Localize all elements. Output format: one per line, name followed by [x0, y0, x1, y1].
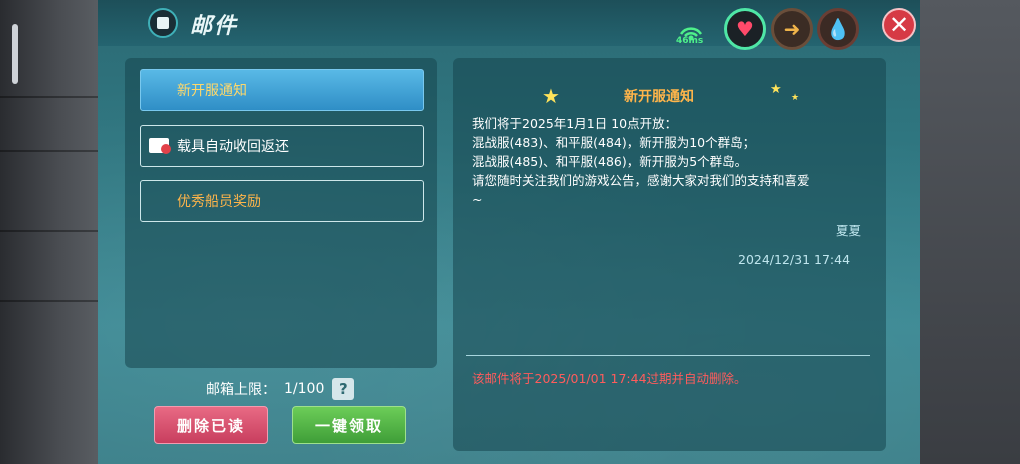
network-latency: 46ms	[676, 36, 704, 46]
mailbox-limit-value: 1/100	[284, 381, 325, 397]
mail-body-line: 混战服(485)、和平服(486)，新开服为5个群岛。	[472, 154, 748, 169]
mail-sender: 夏夏	[836, 223, 862, 238]
water-drop-icon[interactable]: 💧	[817, 8, 859, 50]
claim-all-button[interactable]: 一键领取	[292, 406, 406, 444]
boost-icon[interactable]: ➜	[771, 8, 813, 50]
mail-body: 我们将于2025年1月1日 10点开放： 混战服(483)、和平服(484)，新…	[472, 114, 872, 209]
divider	[466, 355, 870, 356]
expire-notice: 该邮件将于2025/01/01 17:44过期并自动删除。	[472, 371, 747, 386]
mail-item-label: 新开服通知	[177, 83, 247, 99]
window-title: 邮件	[190, 14, 239, 39]
mail-item-label: 载具自动收回返还	[177, 139, 289, 155]
mail-body-line: 我们将于2025年1月1日 10点开放：	[472, 116, 678, 131]
mail-item-server-notice[interactable]: 新开服通知	[140, 69, 424, 111]
mail-item-label: 优秀船员奖励	[177, 194, 261, 210]
mail-body-line: 混战服(483)、和平服(484)，新开服为10个群岛；	[472, 135, 756, 150]
mailbox-limit-label: 邮箱上限：	[206, 382, 276, 398]
mail-title: 新开服通知	[624, 89, 694, 105]
envelope-icon	[149, 138, 171, 154]
mail-body-line: ~	[472, 192, 483, 207]
mail-item-vehicle-return[interactable]: 载具自动收回返还	[140, 125, 424, 167]
star-icon: ★	[791, 93, 800, 103]
side-handle[interactable]	[12, 24, 18, 84]
star-icon: ★	[542, 84, 560, 108]
mailbox-limit: 邮箱上限： 1/100 ?	[206, 378, 355, 400]
mail-body-line: 请您随时关注我们的游戏公告，感谢大家对我们的支持和喜爱	[472, 173, 810, 188]
help-button[interactable]: ?	[332, 378, 355, 400]
mail-icon	[148, 8, 178, 38]
close-button[interactable]: ✕	[882, 8, 916, 42]
star-icon: ★	[770, 82, 782, 97]
heart-icon[interactable]: ♥	[724, 8, 766, 50]
mail-date: 2024/12/31 17:44	[738, 252, 851, 267]
mail-item-crew-reward[interactable]: 优秀船员奖励	[140, 180, 424, 222]
delete-read-button[interactable]: 删除已读	[154, 406, 268, 444]
